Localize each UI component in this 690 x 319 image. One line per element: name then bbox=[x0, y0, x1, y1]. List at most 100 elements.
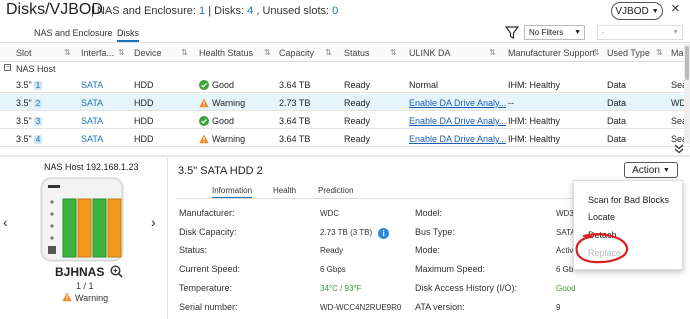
cell-status: Ready bbox=[344, 80, 371, 90]
vertical-divider bbox=[167, 158, 168, 319]
disk-capacity-value: 2.73 TB (3 TB) bbox=[320, 228, 373, 237]
info-icon[interactable]: i bbox=[378, 228, 390, 239]
slot-label: 3.5" bbox=[16, 116, 32, 126]
filter-icon[interactable] bbox=[505, 25, 519, 40]
col-manufacturer-support[interactable]: Manufacturer Support bbox=[508, 48, 595, 58]
enable-da-link[interactable]: Enable DA Drive Analy... bbox=[409, 134, 506, 144]
health-label: Warning bbox=[212, 98, 246, 108]
field-label: Disk Capacity: bbox=[179, 227, 237, 237]
nas-status: Warning bbox=[62, 292, 108, 303]
secondary-filter-value: - bbox=[602, 28, 605, 37]
field-value: WD3 bbox=[556, 209, 574, 218]
cell-health-status: Good bbox=[199, 80, 234, 90]
slot-label: 3.5" bbox=[16, 98, 32, 108]
col-slot[interactable]: Slot bbox=[16, 48, 32, 58]
col-status[interactable]: Status bbox=[344, 48, 370, 58]
col-device[interactable]: Device bbox=[134, 48, 162, 58]
sort-icon[interactable]: ⇅ bbox=[390, 48, 397, 57]
warning-icon bbox=[199, 98, 209, 108]
cell-slot: 3.5" 4 bbox=[16, 134, 43, 144]
cell-capacity: 3.64 TB bbox=[279, 134, 311, 144]
sort-icon[interactable]: ⇅ bbox=[656, 48, 663, 57]
filter-select[interactable]: No Filters ▼ bbox=[524, 25, 585, 40]
col-used-type[interactable]: Used Type bbox=[607, 48, 650, 58]
field-value: 34°C / 93°F bbox=[320, 284, 362, 293]
health-label: Good bbox=[212, 80, 235, 90]
tab-nas-and-enclosure[interactable]: NAS and Enclosure bbox=[34, 28, 113, 38]
sort-icon[interactable]: ⇅ bbox=[181, 48, 188, 57]
field-value: Ready bbox=[320, 246, 344, 255]
check-circle-icon bbox=[199, 80, 209, 90]
sort-icon[interactable]: ⇅ bbox=[118, 48, 125, 57]
table-row[interactable]: 3.5" 2 SATA HDD Warning 2.73 TB Ready Enable DA… bbox=[0, 94, 690, 111]
tab-health[interactable]: Health bbox=[273, 186, 296, 195]
col-ulink-da[interactable]: ULINK DA bbox=[409, 48, 451, 58]
field-label: Model: bbox=[415, 208, 443, 218]
scrollbar-thumb[interactable] bbox=[685, 46, 689, 80]
menu-item-locate[interactable]: Locate bbox=[588, 212, 615, 222]
vjbod-button[interactable]: VJBOD ▼ bbox=[611, 2, 663, 20]
cell-device: HDD bbox=[134, 98, 154, 108]
sort-icon[interactable]: ⇅ bbox=[325, 48, 332, 57]
cell-health-status: Warning bbox=[199, 98, 245, 108]
cell-used: Data bbox=[607, 80, 627, 90]
nas-device-image bbox=[40, 177, 124, 262]
health-label: Warning bbox=[212, 134, 246, 144]
nas-count-indicator: 1 / 1 bbox=[76, 281, 94, 291]
field-value: 6 Gb bbox=[556, 265, 574, 274]
col-interface[interactable]: Interfa... bbox=[81, 48, 114, 58]
field-value: 6 Gbps bbox=[320, 265, 346, 274]
nas-name-label: BJHNAS bbox=[55, 265, 105, 279]
field-label: Temperature: bbox=[179, 283, 233, 293]
tab-disks[interactable]: Disks bbox=[117, 28, 139, 42]
cell-status: Ready bbox=[344, 116, 371, 126]
cell-used: Data bbox=[607, 116, 627, 126]
action-button[interactable]: Action ▼ bbox=[624, 162, 678, 178]
disks-label: Disks: bbox=[214, 5, 248, 17]
close-icon[interactable]: × bbox=[671, 0, 680, 17]
sort-icon[interactable]: ⇅ bbox=[489, 48, 496, 57]
nas-count: 1 bbox=[199, 5, 206, 17]
field-label: Serial number: bbox=[179, 302, 238, 312]
enable-da-link[interactable]: Enable DA Drive Analy... bbox=[409, 116, 506, 126]
field-label: Manufacturer: bbox=[179, 208, 235, 218]
chevron-left-icon[interactable]: ‹ bbox=[3, 214, 8, 230]
cell-health-status: Warning bbox=[199, 134, 245, 144]
col-health-status[interactable]: Health Status bbox=[199, 48, 253, 58]
table-header: Slot ⇅ Interfa... ⇅ Device ⇅ Health Stat… bbox=[0, 44, 690, 62]
panel-divider bbox=[0, 155, 690, 157]
table-row[interactable]: 3.5" 1 SATA HDD Good 3.64 TB Ready Normal IHM: H… bbox=[0, 76, 690, 93]
secondary-filter-select[interactable]: - ▼ bbox=[597, 25, 683, 40]
group-nas-host[interactable]: − NAS Host bbox=[0, 62, 690, 76]
enable-da-link[interactable]: Enable DA Drive Analy... bbox=[409, 98, 506, 108]
cell-slot: 3.5" 2 bbox=[16, 98, 43, 108]
chevron-down-icon: ▼ bbox=[662, 166, 670, 174]
tab-bar: NAS and Enclosure Disks No Filters ▼ - ▼ bbox=[0, 24, 690, 43]
group-label: NAS Host bbox=[16, 64, 56, 74]
tab-prediction[interactable]: Prediction bbox=[318, 186, 354, 195]
cell-ulink-da: Normal bbox=[409, 80, 439, 90]
sort-icon[interactable]: ⇅ bbox=[264, 48, 271, 57]
slot-number-badge: 4 bbox=[33, 135, 43, 144]
collapse-icon[interactable]: − bbox=[4, 64, 11, 71]
field-label: ATA version: bbox=[415, 302, 465, 312]
cell-status: Ready bbox=[344, 134, 371, 144]
chevron-right-icon[interactable]: › bbox=[151, 214, 156, 230]
cell-support: IHM: Healthy bbox=[508, 134, 561, 144]
sort-icon[interactable]: ⇅ bbox=[593, 48, 600, 57]
field-label: Mode: bbox=[415, 245, 441, 255]
chevron-down-icon: ▼ bbox=[672, 29, 679, 36]
expand-icon[interactable] bbox=[673, 144, 687, 154]
cell-capacity: 3.64 TB bbox=[279, 80, 311, 90]
warning-icon bbox=[62, 292, 72, 302]
menu-item-scan-bad-blocks[interactable]: Scan for Bad Blocks bbox=[588, 195, 669, 205]
table-row[interactable]: 3.5" 3 SATA HDD Good 3.64 TB Ready Enable DA Dr… bbox=[0, 112, 690, 129]
annotation-circle bbox=[575, 233, 629, 264]
table-row[interactable]: 3.5" 4 SATA HDD Warning 3.64 TB Ready Enable DA… bbox=[0, 130, 690, 147]
slot-label: 3.5" bbox=[16, 80, 32, 90]
col-ma[interactable]: Ma bbox=[671, 48, 684, 58]
slot-label: 3.5" bbox=[16, 134, 32, 144]
col-capacity[interactable]: Capacity bbox=[279, 48, 314, 58]
sort-icon[interactable]: ⇅ bbox=[64, 48, 71, 57]
zoom-in-icon[interactable] bbox=[110, 265, 123, 278]
